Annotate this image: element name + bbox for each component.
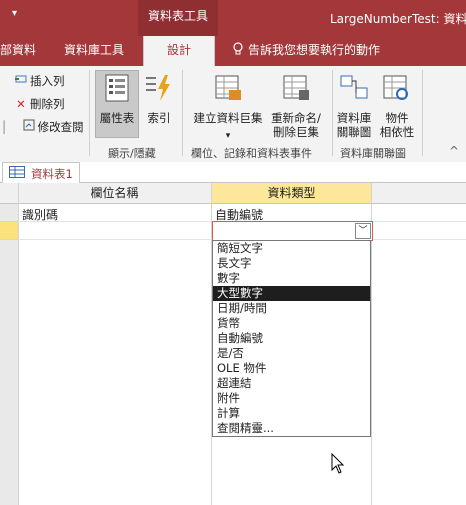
description-header[interactable] [372, 183, 466, 204]
object-dependencies-icon [376, 74, 418, 105]
property-sheet-label: 屬性表 [99, 111, 135, 125]
left-edge-icon: ▏ [3, 120, 13, 134]
delete-rows-label: 刪除列 [30, 97, 65, 111]
create-data-macros-button[interactable]: 建立資料巨集 ▾ [188, 74, 268, 143]
modify-lookups-label: 修改查閱 [37, 120, 84, 134]
mouse-pointer-icon [331, 453, 345, 474]
insert-rows-label: 插入列 [30, 74, 65, 88]
chevron-down-icon[interactable]: ﹀ [355, 223, 371, 239]
relationships-button[interactable]: 資料庫 關聯圖 [334, 74, 374, 139]
rename-delete-macro-button[interactable]: 重新命名/ 刪除巨集 [266, 74, 326, 139]
document-tab-strip: 資料表1 [0, 162, 466, 183]
lightning-index-icon [142, 74, 176, 105]
indexes-button[interactable]: 索引 [142, 74, 176, 125]
column-divider [18, 183, 19, 505]
property-sheet-icon [95, 74, 139, 105]
dropdown-option[interactable]: 數字 [213, 271, 370, 286]
relationships-label-2: 關聯圖 [336, 125, 372, 139]
rename-macro-label-2: 刪除巨集 [273, 125, 319, 139]
lightbulb-icon [233, 42, 243, 55]
dropdown-option[interactable]: 是/否 [213, 346, 370, 361]
dropdown-option[interactable]: 計算 [213, 406, 370, 421]
tab-database-tools[interactable]: 資料庫工具 [64, 36, 134, 66]
row-selector-column[interactable] [0, 240, 18, 505]
modify-lookups-icon [22, 119, 36, 134]
relationships-label-1: 資料庫 [336, 111, 372, 125]
dropdown-option[interactable]: 日期/時間 [213, 301, 370, 316]
corner-selector[interactable] [0, 183, 18, 204]
dropdown-option[interactable]: 查閱精靈... [213, 421, 370, 436]
row-selector-current[interactable] [0, 222, 18, 240]
dropdown-option[interactable]: 長文字 [213, 256, 370, 271]
group-separator [182, 70, 183, 156]
group-separator [332, 70, 333, 156]
row-selector[interactable] [0, 204, 18, 222]
field-name-header[interactable]: 欄位名稱 [18, 183, 211, 204]
dropdown-option-highlighted[interactable]: 大型數字 [213, 286, 370, 301]
tell-me-label: 告訴我您想要執行的動作 [248, 43, 381, 57]
dropdown-option[interactable]: OLE 物件 [213, 361, 370, 376]
group-label-events: 欄位、記錄和資料表事件 [191, 147, 312, 160]
indexes-label: 索引 [147, 111, 171, 125]
object-dependencies-label-2: 相依性 [379, 125, 415, 139]
tab-design[interactable]: 設計 [143, 36, 215, 66]
delete-rows-icon: ✕ [16, 97, 26, 111]
tab-external-data[interactable]: 部資料 [0, 36, 44, 66]
document-area: 資料表1 欄位名稱 資料類型 識別碼 自動編號 ﹀ 簡短文字 長文字 數字 大型數字日… [0, 162, 466, 505]
data-type-dropdown-list: 簡短文字 長文字 數字 大型數字 日期/時間 貨幣 自動編號 是/否 OLE 物件 超連結 附件 計算… [212, 240, 371, 437]
dropdown-option[interactable]: 附件 [213, 391, 370, 406]
property-sheet-button[interactable]: 屬性表 [95, 74, 139, 125]
dropdown-option[interactable]: 超連結 [213, 376, 370, 391]
ribbon: 插入列 ✕ 刪除列 ▏ 修改查閱 屬性表 索引 顯示/隱藏 建立資料巨集 ▾ 重… [0, 66, 466, 163]
delete-rows-button[interactable]: ✕ 刪除列 [14, 96, 65, 112]
rename-macro-label-1: 重新命名/ [271, 111, 321, 125]
collapse-ribbon-icon[interactable]: ^ [449, 144, 459, 158]
insert-rows-button[interactable]: 插入列 [14, 73, 65, 89]
create-macro-label: 建立資料巨集 [193, 111, 263, 125]
document-tab-table1[interactable]: 資料表1 [2, 162, 80, 183]
group-label-show-hide: 顯示/隱藏 [108, 147, 156, 160]
relationships-icon [334, 74, 374, 105]
data-type-combobox[interactable]: ﹀ [212, 221, 373, 241]
document-tab-label: 資料表1 [31, 167, 73, 181]
title-bar: ▾ 資料表工具 LargeNumberTest: 資料庫 [0, 0, 466, 36]
group-separator [422, 70, 423, 156]
ribbon-tabs: 部資料 資料庫工具 設計 告訴我您想要執行的動作 [0, 36, 466, 66]
create-macro-dropdown-icon: ▾ [225, 131, 231, 141]
group-label-relationships: 資料庫關聯圖 [340, 147, 406, 160]
object-dependencies-label-1: 物件 [385, 111, 409, 125]
data-type-header[interactable]: 資料類型 [212, 183, 371, 204]
row1-field-name[interactable]: 識別碼 [22, 206, 58, 223]
dropdown-option[interactable]: 貨幣 [213, 316, 370, 331]
dropdown-option[interactable]: 自動編號 [213, 331, 370, 346]
window-title: LargeNumberTest: 資料庫 [330, 12, 466, 26]
rename-macro-icon [266, 74, 326, 105]
modify-lookups-button[interactable]: ▏ 修改查閱 [0, 119, 84, 135]
group-separator [89, 70, 90, 156]
dropdown-option[interactable]: 簡短文字 [213, 241, 370, 256]
context-tab-label: 資料表工具 [138, 0, 218, 36]
object-dependencies-button[interactable]: 物件 相依性 [376, 74, 418, 139]
insert-rows-icon [14, 73, 28, 88]
quick-access-menu-icon[interactable]: ▾ [12, 8, 17, 19]
tell-me-search[interactable]: 告訴我您想要執行的動作 [232, 36, 380, 66]
create-macro-icon [188, 74, 268, 105]
table-icon [9, 166, 25, 178]
